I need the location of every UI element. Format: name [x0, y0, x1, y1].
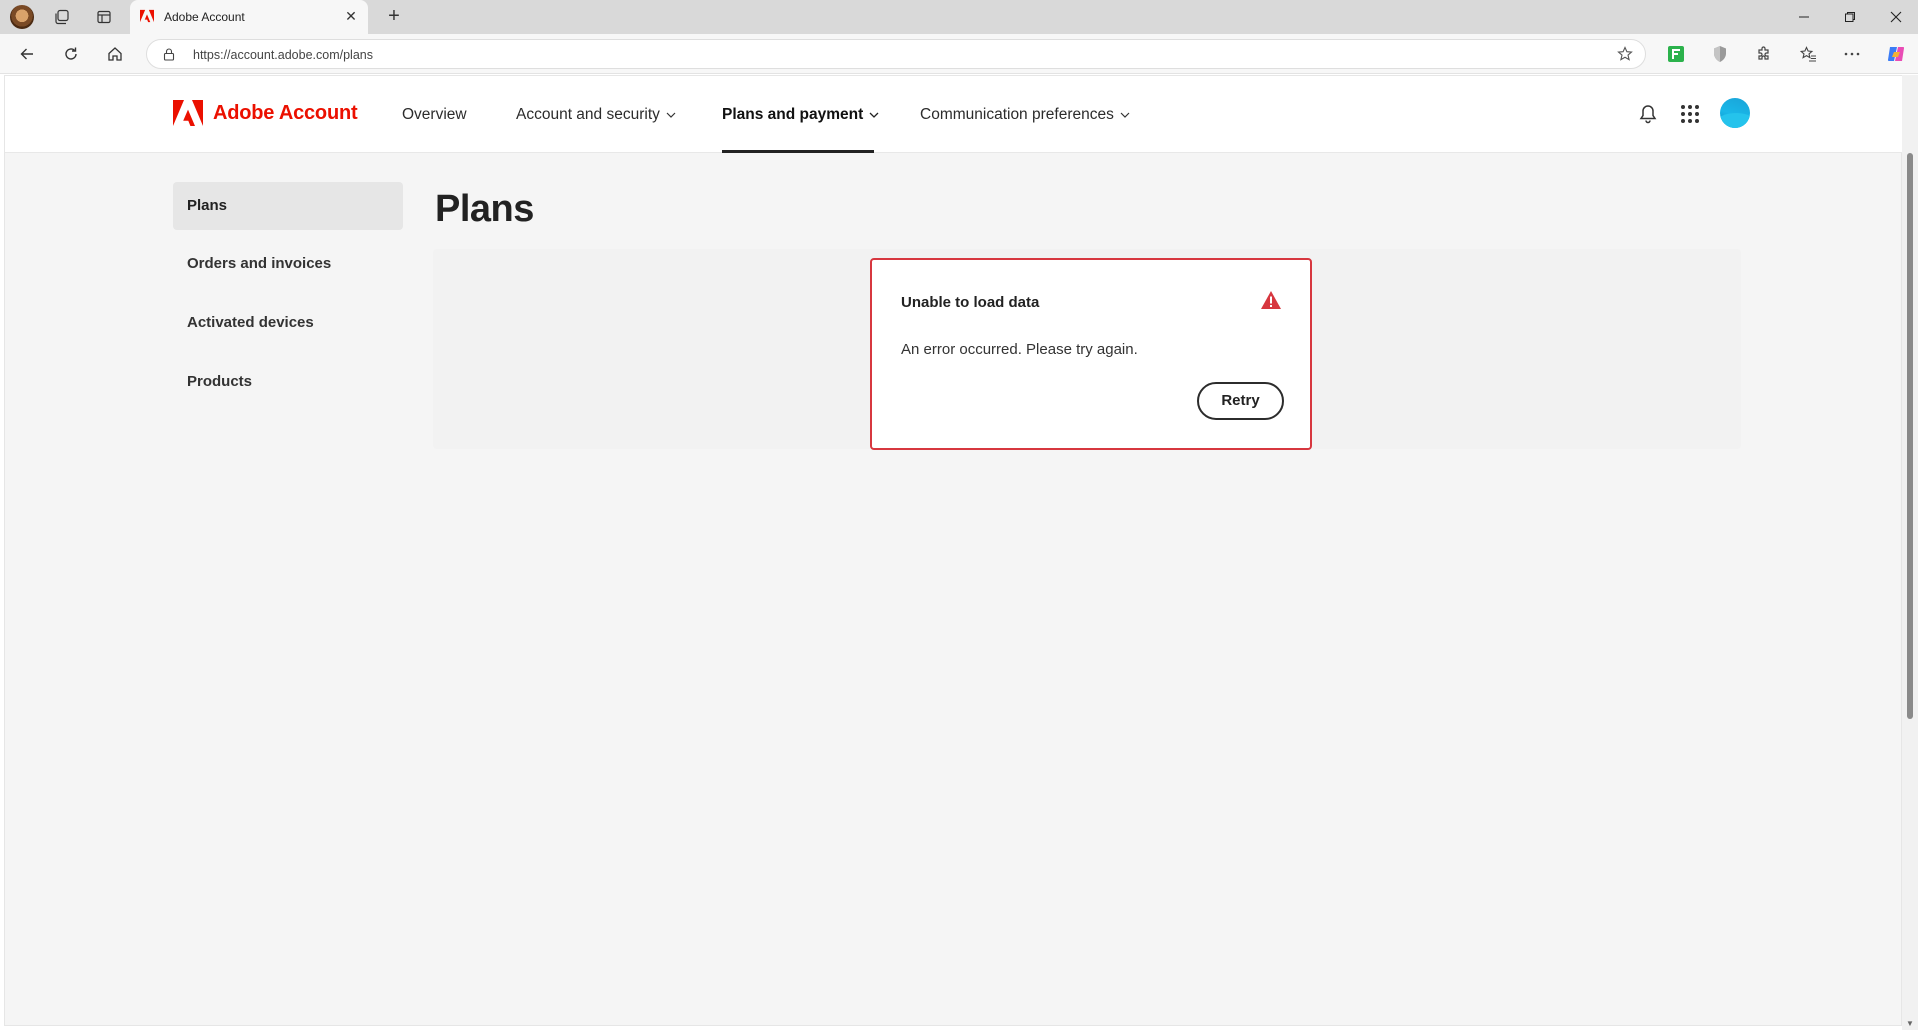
- app-header: Adobe Account Overview Account and secur…: [5, 76, 1903, 153]
- error-message: An error occurred. Please try again.: [901, 341, 1138, 358]
- active-nav-indicator: [722, 150, 874, 153]
- vertical-tabs-icon[interactable]: [94, 7, 114, 27]
- notifications-bell-icon[interactable]: [1636, 102, 1660, 126]
- brand-name: Adobe Account: [213, 101, 358, 124]
- nav-overview[interactable]: Overview: [402, 104, 467, 126]
- feedly-extension-icon[interactable]: [1665, 43, 1687, 65]
- chevron-down-icon: [666, 112, 676, 118]
- home-icon[interactable]: [103, 42, 127, 66]
- nav-overview-label: Overview: [402, 106, 467, 123]
- browser-tab-active[interactable]: Adobe Account ✕: [130, 0, 368, 34]
- more-menu-icon[interactable]: [1841, 43, 1863, 65]
- nav-account-security-label: Account and security: [516, 106, 660, 123]
- url-text[interactable]: https://account.adobe.com/plans: [193, 48, 373, 62]
- nav-plans-payment[interactable]: Plans and payment: [722, 104, 879, 126]
- scroll-down-arrow-icon[interactable]: ▼: [1906, 1019, 1914, 1028]
- adobe-favicon-icon: [140, 9, 154, 28]
- scrollbar-thumb[interactable]: [1907, 153, 1913, 719]
- side-navigation: Plans Orders and invoices Activated devi…: [173, 182, 403, 417]
- window-close-icon[interactable]: [1874, 0, 1918, 34]
- new-tab-button[interactable]: +: [382, 5, 406, 29]
- error-title: Unable to load data: [901, 294, 1040, 311]
- tab-close-icon[interactable]: ✕: [342, 7, 360, 25]
- page-scrollbar[interactable]: ▼: [1902, 75, 1918, 1030]
- favorites-list-icon[interactable]: [1797, 43, 1819, 65]
- nav-account-security[interactable]: Account and security: [516, 104, 676, 126]
- alert-triangle-icon: [1260, 290, 1282, 315]
- browser-profile-avatar[interactable]: [10, 5, 34, 29]
- retry-button[interactable]: Retry: [1197, 382, 1284, 420]
- favorite-star-icon[interactable]: [1617, 46, 1633, 67]
- nav-communication-preferences[interactable]: Communication preferences: [920, 104, 1130, 126]
- extensions-puzzle-icon[interactable]: [1753, 43, 1775, 65]
- adobe-account-logo[interactable]: Adobe Account: [173, 100, 358, 126]
- adobe-logo-icon: [173, 100, 203, 126]
- nav-communication-label: Communication preferences: [920, 106, 1114, 123]
- copilot-icon[interactable]: [1885, 43, 1907, 65]
- lock-icon[interactable]: [163, 48, 175, 66]
- user-avatar[interactable]: [1720, 98, 1750, 128]
- browser-tab-bar: Adobe Account ✕ +: [0, 0, 1918, 34]
- page-title: Plans: [435, 188, 534, 230]
- nav-plans-payment-label: Plans and payment: [722, 106, 864, 123]
- page-viewport: Adobe Account Overview Account and secur…: [4, 75, 1903, 1026]
- chevron-down-icon: [869, 112, 879, 118]
- sidebar-item-activated-devices[interactable]: Activated devices: [173, 299, 403, 347]
- address-bar[interactable]: https://account.adobe.com/plans: [146, 39, 1646, 69]
- refresh-icon[interactable]: [59, 42, 83, 66]
- workspaces-icon[interactable]: [52, 7, 72, 27]
- shield-extension-icon[interactable]: [1709, 43, 1731, 65]
- sidebar-item-orders-invoices[interactable]: Orders and invoices: [173, 240, 403, 288]
- app-switcher-grid-icon[interactable]: [1678, 102, 1702, 126]
- restore-icon[interactable]: [1828, 0, 1872, 34]
- tab-title: Adobe Account: [164, 10, 245, 24]
- back-icon[interactable]: [15, 42, 39, 66]
- sidebar-item-products[interactable]: Products: [173, 358, 403, 406]
- browser-toolbar: https://account.adobe.com/plans: [0, 34, 1918, 74]
- error-alert-card: Unable to load data An error occurred. P…: [870, 258, 1312, 450]
- chevron-down-icon: [1120, 112, 1130, 118]
- minimize-icon[interactable]: [1782, 0, 1826, 34]
- sidebar-item-plans[interactable]: Plans: [173, 182, 403, 230]
